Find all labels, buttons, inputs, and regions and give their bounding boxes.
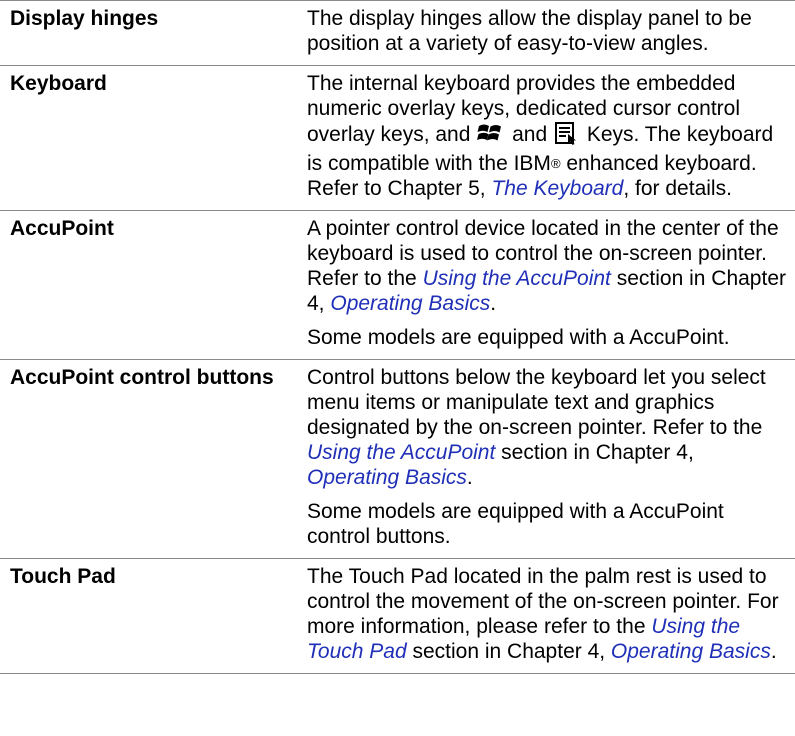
link-using-the-accupoint[interactable]: Using the AccuPoint xyxy=(423,267,611,290)
table-row-accupoint: AccuPoint A pointer control device locat… xyxy=(0,210,795,360)
description-cell: A pointer control device located in the … xyxy=(307,210,795,360)
text-fragment: Control buttons below the keyboard let y… xyxy=(307,366,766,439)
table-row-accupoint-control-buttons: AccuPoint control buttons Control button… xyxy=(0,359,795,559)
table-row-touch-pad: Touch Pad The Touch Pad located in the p… xyxy=(0,558,795,674)
link-operating-basics[interactable]: Operating Basics xyxy=(330,292,490,315)
text-fragment: . xyxy=(490,292,497,315)
text-fragment: section in Chapter 4, xyxy=(495,441,694,464)
windows-logo-icon xyxy=(477,121,505,151)
table-row-keyboard: Keyboard The internal keyboard provides … xyxy=(0,65,795,211)
term-cell: AccuPoint control buttons xyxy=(0,359,307,559)
description-cell: The internal keyboard provides the embed… xyxy=(307,65,795,211)
term-label: Display hinges xyxy=(10,7,159,30)
table-row-display-hinges: Display hinges The display hinges allow … xyxy=(0,0,795,66)
description-text: The Touch Pad located in the palm rest i… xyxy=(307,564,787,664)
term-label: AccuPoint control buttons xyxy=(10,366,274,389)
description-text: The display hinges allow the display pan… xyxy=(307,7,752,55)
description-text: The internal keyboard provides the embed… xyxy=(307,71,787,201)
term-label: Keyboard xyxy=(10,72,107,95)
term-cell: Keyboard xyxy=(0,65,307,211)
feature-table: Display hinges The display hinges allow … xyxy=(0,0,795,674)
term-cell: AccuPoint xyxy=(0,210,307,360)
description-cell: Control buttons below the keyboard let y… xyxy=(307,359,795,559)
link-using-the-accupoint[interactable]: Using the AccuPoint xyxy=(307,441,495,464)
link-operating-basics[interactable]: Operating Basics xyxy=(611,640,771,663)
text-fragment: and xyxy=(506,123,553,146)
description-text: A pointer control device located in the … xyxy=(307,216,787,316)
text-fragment: section in Chapter 4, xyxy=(406,640,611,663)
term-label: Touch Pad xyxy=(10,565,116,588)
text-fragment: , for details. xyxy=(623,177,732,200)
registered-mark: ® xyxy=(550,156,561,171)
application-menu-icon xyxy=(554,121,580,151)
description-cell: The display hinges allow the display pan… xyxy=(307,0,795,66)
description-cell: The Touch Pad located in the palm rest i… xyxy=(307,558,795,674)
text-fragment: . xyxy=(770,640,777,663)
description-note: Some models are equipped with a AccuPoin… xyxy=(307,326,730,349)
description-note: Some models are equipped with a AccuPoin… xyxy=(307,500,724,548)
term-label: AccuPoint xyxy=(10,217,114,240)
term-cell: Display hinges xyxy=(0,0,307,66)
description-text: Control buttons below the keyboard let y… xyxy=(307,365,787,490)
text-fragment: . xyxy=(466,466,473,489)
term-cell: Touch Pad xyxy=(0,558,307,674)
link-the-keyboard[interactable]: The Keyboard xyxy=(491,177,623,200)
link-operating-basics[interactable]: Operating Basics xyxy=(307,466,467,489)
